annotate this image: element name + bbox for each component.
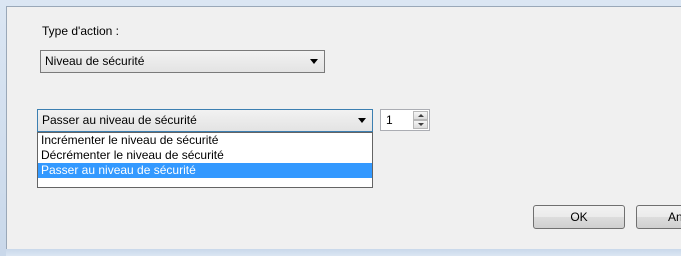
chevron-down-icon [358, 118, 366, 123]
ok-button[interactable]: OK [533, 205, 625, 229]
security-action-select[interactable]: Passer au niveau de sécurité [37, 109, 373, 132]
action-type-label: Type d'action : [42, 24, 120, 38]
arrow-up-icon [418, 114, 424, 117]
action-type-select-value: Niveau de sécurité [45, 54, 145, 68]
security-level-spinner[interactable]: 1 [380, 109, 430, 131]
action-type-select[interactable]: Niveau de sécurité [40, 50, 325, 73]
arrow-down-icon [418, 123, 424, 126]
spinner-down-button[interactable] [413, 120, 428, 129]
spinner-up-button[interactable] [413, 111, 428, 120]
chevron-down-icon [310, 59, 318, 64]
window-bottom-edge [6, 249, 681, 256]
dropdown-option-decrement[interactable]: Décrémenter le niveau de sécurité [38, 148, 372, 163]
spinner-buttons [413, 111, 428, 129]
security-action-dropdown-list: Incrémenter le niveau de sécurité Décrém… [37, 132, 373, 188]
security-level-value[interactable]: 1 [386, 113, 393, 127]
cancel-button[interactable]: An [636, 205, 681, 229]
dropdown-option-increment[interactable]: Incrémenter le niveau de sécurité [38, 133, 372, 148]
dropdown-option-set-level[interactable]: Passer au niveau de sécurité [38, 163, 372, 178]
security-action-select-value: Passer au niveau de sécurité [42, 113, 197, 127]
